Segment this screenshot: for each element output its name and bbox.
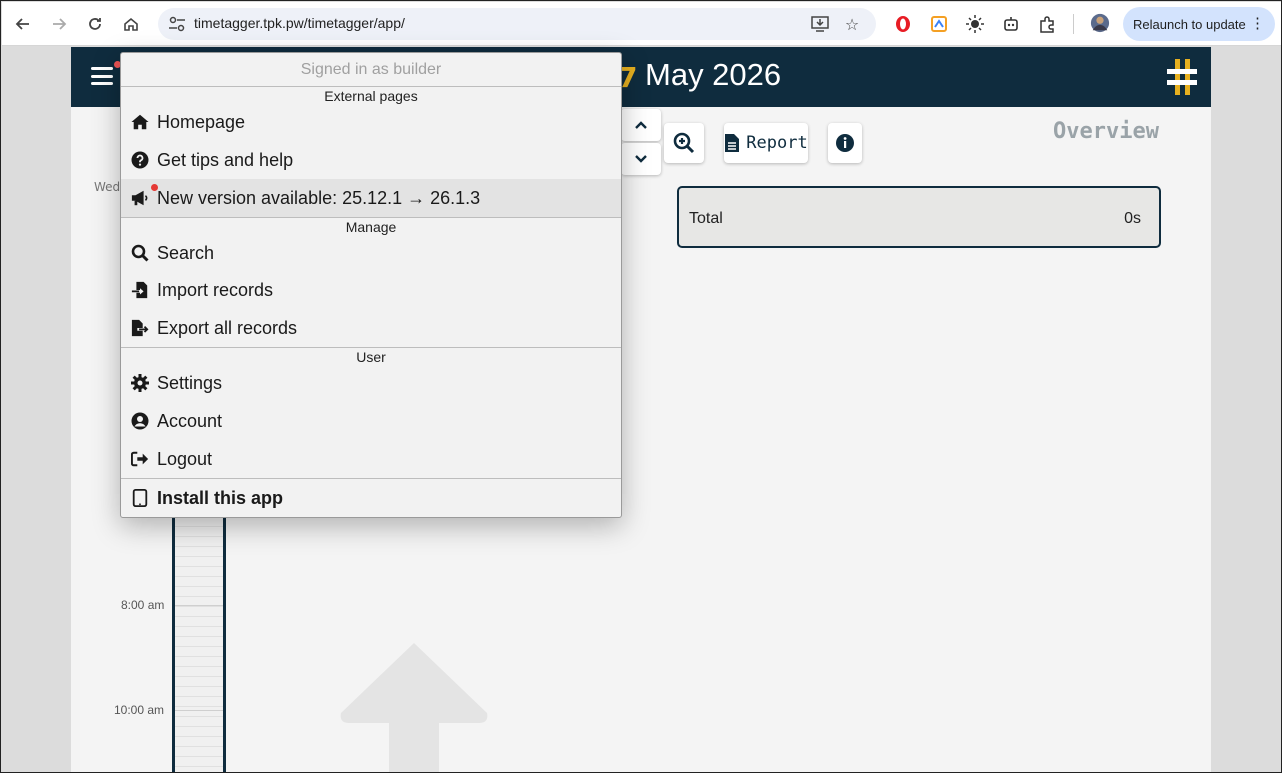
file-import-icon [129, 280, 151, 300]
menu-item-account[interactable]: Account [121, 402, 621, 440]
tablet-icon [129, 488, 151, 508]
day-label: Wed [94, 180, 121, 194]
relaunch-button[interactable]: Relaunch to update ⋮ [1123, 7, 1275, 41]
menu-item-import[interactable]: Import records [121, 271, 621, 309]
user-circle-icon [129, 411, 151, 431]
notification-dot [151, 184, 158, 191]
timeline-track[interactable] [172, 507, 226, 772]
gear-icon [129, 373, 151, 393]
menu-item-label: Settings [157, 372, 223, 393]
address-bar[interactable]: timetagger.tpk.pw/timetagger/app/ ☆ [158, 8, 876, 40]
site-settings-icon[interactable] [168, 16, 186, 32]
reload-icon[interactable] [81, 10, 109, 38]
menu-item-label: New version available: 25.12.1 → 26.1.3 [157, 187, 481, 208]
total-label: Total [689, 210, 723, 227]
url-text[interactable]: timetagger.tpk.pw/timetagger/app/ [194, 15, 405, 31]
install-app-icon[interactable] [810, 14, 830, 34]
menu-item-homepage[interactable]: Homepage [121, 103, 621, 141]
zoom-in-icon [673, 132, 695, 154]
toolbar-divider [1073, 14, 1074, 34]
menu-divider [121, 217, 621, 218]
bookmark-star-icon[interactable]: ☆ [842, 14, 862, 34]
menu-item-install[interactable]: Install this app [121, 479, 621, 517]
menu-item-new-version[interactable]: New version available: 25.12.1 → 26.1.3 [121, 179, 621, 217]
chevron-down-icon [635, 155, 647, 163]
timetagger-logo-icon[interactable] [1167, 59, 1197, 95]
hamburger-menu-icon[interactable] [91, 67, 113, 85]
browser-toolbar: timetagger.tpk.pw/timetagger/app/ ☆ Rela… [2, 2, 1281, 46]
menu-item-search[interactable]: Search [121, 234, 621, 272]
menu-item-label: Homepage [157, 111, 246, 132]
menu-item-label: Account [157, 410, 223, 431]
menu-item-tips[interactable]: Get tips and help [121, 141, 621, 179]
info-icon [836, 134, 854, 152]
signed-in-label: Signed in as builder [300, 61, 442, 78]
sun-extension-icon[interactable] [965, 14, 985, 34]
tick-line [175, 710, 223, 711]
home-icon [129, 112, 151, 132]
time-label: 8:00 am [121, 598, 165, 612]
section-external-pages: External pages [324, 88, 418, 104]
extensions-puzzle-icon[interactable] [1037, 14, 1057, 34]
menu-item-logout[interactable]: Logout [121, 440, 621, 478]
report-button[interactable]: Report [724, 123, 808, 163]
section-manage: Manage [345, 219, 397, 235]
color-extension-icon[interactable] [929, 14, 949, 34]
total-value: 0s [1124, 210, 1141, 227]
period-title[interactable]: May 2026 [645, 57, 781, 93]
time-label: 10:00 am [114, 703, 165, 717]
menu-item-label: Get tips and help [157, 149, 294, 170]
report-label: Report [746, 133, 808, 153]
relaunch-label: Relaunch to update [1133, 16, 1246, 32]
menu-item-label: Search [157, 242, 215, 263]
sign-out-icon [129, 449, 151, 469]
opera-extension-icon[interactable] [893, 14, 913, 34]
total-summary[interactable]: Total 0s [677, 186, 1161, 248]
menu-item-label: Export all records [157, 317, 298, 338]
back-icon[interactable] [9, 10, 37, 38]
overview-title: Overview [1053, 119, 1159, 144]
menu-item-export[interactable]: Export all records [121, 309, 621, 347]
more-menu-icon[interactable]: ⋮ [1250, 14, 1265, 32]
forward-icon[interactable] [45, 10, 73, 38]
question-circle-icon [129, 150, 151, 170]
tick-line [175, 605, 223, 606]
menu-item-label: Import records [157, 279, 274, 300]
profile-avatar[interactable] [1090, 13, 1110, 33]
search-icon [129, 243, 151, 263]
nav-down-button[interactable] [621, 143, 661, 175]
document-icon [725, 134, 740, 152]
menu-divider [121, 347, 621, 348]
menu-item-settings[interactable]: Settings [121, 364, 621, 402]
zoom-button[interactable] [664, 123, 704, 163]
section-user: User [356, 349, 386, 365]
menu-item-label: Logout [157, 448, 213, 469]
menu-item-label: Install this app [157, 487, 284, 508]
home-icon[interactable] [117, 10, 145, 38]
main-menu-dropdown: Signed in as builder External pages Home… [120, 52, 622, 518]
chevron-up-icon [635, 121, 647, 129]
file-export-icon [129, 318, 151, 338]
hint-up-arrow-icon [340, 643, 488, 772]
screen: timetagger.tpk.pw/timetagger/app/ ☆ Rela… [0, 0, 1282, 773]
robot-extension-icon[interactable] [1001, 14, 1021, 34]
megaphone-icon [129, 184, 158, 208]
info-button[interactable] [828, 123, 862, 163]
nav-up-button[interactable] [621, 109, 661, 141]
menu-divider [121, 86, 621, 87]
